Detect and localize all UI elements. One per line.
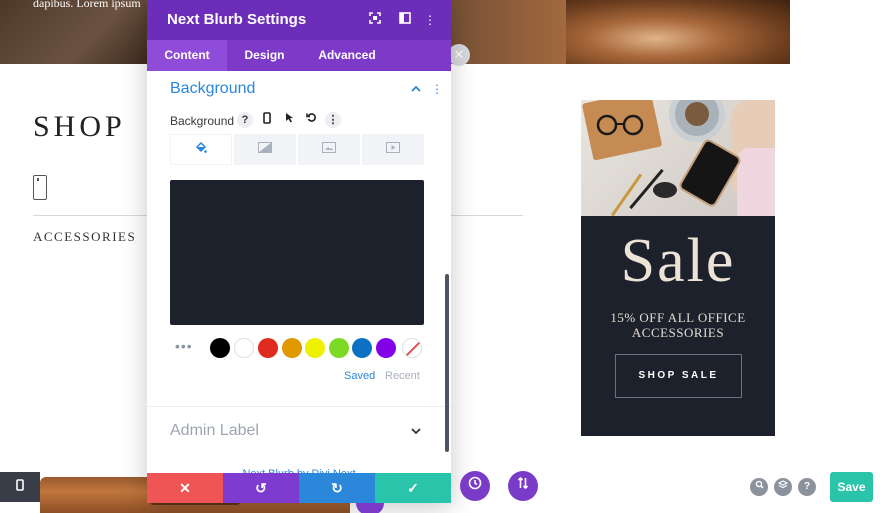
portability-button[interactable] — [508, 471, 538, 501]
help-button-icon[interactable]: ? — [798, 478, 816, 496]
image-icon[interactable] — [298, 134, 360, 165]
section-title-admin-label[interactable]: Admin Label — [170, 422, 259, 440]
swatch-blue[interactable] — [352, 338, 372, 358]
mobile-view-button[interactable] — [0, 472, 40, 502]
hero-image-right — [566, 0, 790, 64]
sale-image — [581, 100, 775, 216]
sale-title: Sale — [620, 227, 736, 295]
hero-text: dapibus. Lorem ipsum — [33, 0, 141, 10]
chevron-up-icon[interactable] — [411, 82, 421, 96]
background-type-tabs — [170, 134, 424, 165]
swatch-black[interactable] — [210, 338, 230, 358]
redo-button[interactable]: ↻ — [299, 473, 375, 503]
swatch-none[interactable] — [402, 338, 422, 358]
hover-cursor-icon[interactable] — [281, 112, 297, 128]
shop-sale-button[interactable]: SHOP SALE — [615, 354, 742, 398]
swatch-green[interactable] — [329, 338, 349, 358]
tab-content[interactable]: Content — [147, 40, 227, 71]
swatch-white[interactable] — [234, 338, 254, 358]
panel-tabs: Content Design Advanced — [147, 40, 451, 71]
action-bar: ✕ ↺ ↻ ✓ — [147, 473, 451, 503]
confirm-button[interactable]: ✓ — [375, 473, 451, 503]
video-icon[interactable] — [362, 134, 424, 165]
page: dapibus. Lorem ipsum ✕ SHOP ACCESSORIES … — [0, 0, 880, 513]
saved-colors-tab[interactable]: Saved — [344, 370, 375, 382]
fullscreen-icon[interactable] — [367, 12, 383, 28]
swatch-purple[interactable] — [376, 338, 396, 358]
settings-panel: Next Blurb Settings ⋮ Content Design Adv… — [147, 0, 451, 503]
background-label: Background — [170, 114, 235, 128]
add-module-button[interactable] — [356, 503, 384, 513]
category-label: ACCESSORIES — [33, 229, 137, 244]
background-more-icon[interactable]: ⋮ — [325, 112, 341, 128]
scrollbar[interactable] — [445, 274, 449, 452]
layers-icon[interactable] — [774, 478, 792, 496]
swatch-red[interactable] — [258, 338, 278, 358]
section-more-icon[interactable]: ⋮ — [431, 82, 443, 96]
undo-button[interactable]: ↺ — [223, 473, 299, 503]
panel-header: Next Blurb Settings ⋮ — [147, 0, 451, 40]
panel-divider — [147, 406, 451, 407]
more-options-icon[interactable]: ⋮ — [422, 12, 438, 28]
responsive-icon[interactable] — [259, 112, 275, 128]
swatch-yellow[interactable] — [305, 338, 325, 358]
panel-title: Next Blurb Settings — [167, 11, 307, 28]
shop-heading: SHOP — [33, 110, 126, 143]
swatch-orange[interactable] — [282, 338, 302, 358]
save-button[interactable]: Save — [830, 472, 873, 502]
help-icon[interactable]: ? — [237, 112, 253, 128]
paint-bucket-icon[interactable] — [170, 134, 232, 165]
more-swatches-icon[interactable]: ••• — [175, 338, 193, 354]
reset-icon[interactable] — [303, 112, 319, 128]
tab-design[interactable]: Design — [227, 40, 302, 71]
discard-button[interactable]: ✕ — [147, 473, 223, 503]
sale-card: Sale 15% OFF ALL OFFICE ACCESSORIES SHOP… — [581, 100, 775, 436]
phone-icon — [33, 175, 47, 200]
sale-subtitle: 15% OFF ALL OFFICE ACCESSORIES — [610, 310, 746, 340]
tab-advanced[interactable]: Advanced — [302, 40, 392, 71]
gradient-icon[interactable] — [234, 134, 296, 165]
section-title-background[interactable]: Background — [170, 80, 255, 98]
history-button[interactable] — [460, 471, 490, 501]
recent-colors-tab[interactable]: Recent — [385, 370, 420, 382]
color-preview[interactable] — [170, 180, 424, 325]
chevron-down-icon[interactable] — [411, 424, 421, 438]
search-icon[interactable] — [750, 478, 768, 496]
split-view-icon[interactable] — [397, 12, 413, 28]
close-icon[interactable]: ✕ — [448, 44, 470, 66]
